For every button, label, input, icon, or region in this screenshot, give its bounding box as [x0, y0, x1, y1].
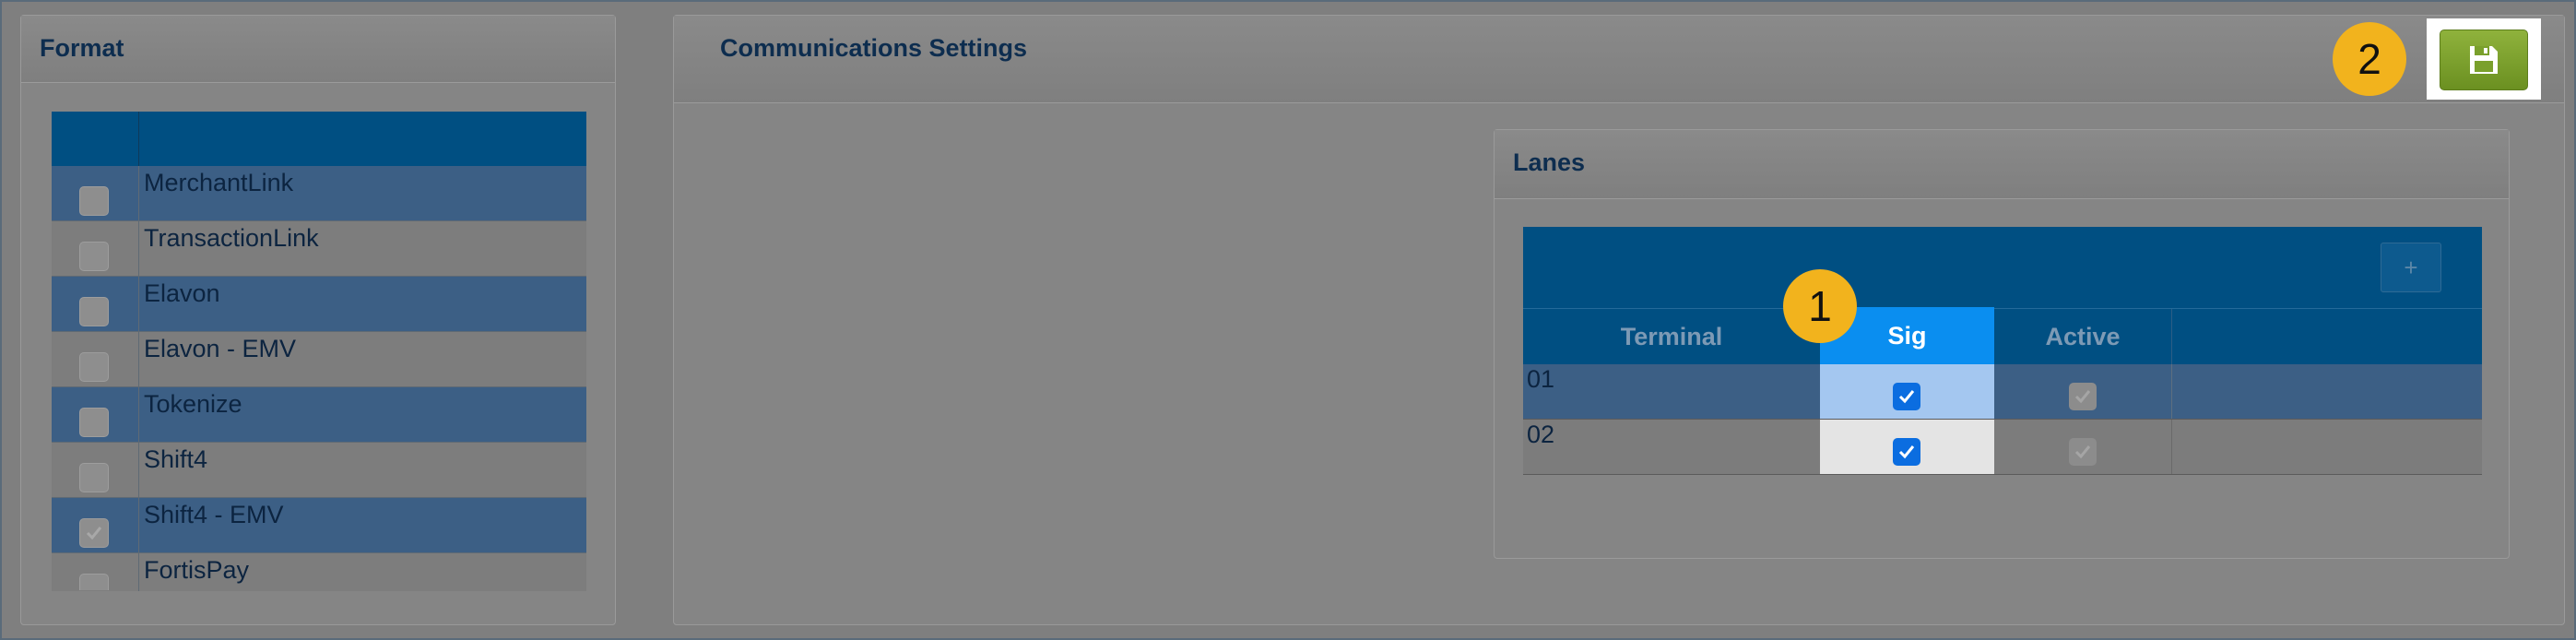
callout-badge-2: 2 — [2333, 22, 2406, 96]
format-label: Elavon - EMV — [144, 335, 297, 362]
save-button-highlight — [2427, 18, 2541, 100]
sig-checkbox[interactable] — [1893, 383, 1920, 410]
format-checkbox[interactable] — [79, 408, 109, 437]
format-checkbox[interactable] — [79, 242, 109, 271]
lanes-table: + Terminal Sig Active 01 02 — [1523, 227, 2482, 475]
format-row[interactable]: FortisPay — [52, 553, 586, 591]
terminal-column-header[interactable]: Terminal — [1523, 309, 1820, 364]
active-checkbox[interactable] — [2069, 383, 2097, 410]
sig-cell — [1820, 364, 1994, 419]
check-icon — [2074, 390, 2091, 404]
communications-panel-header: Communications Settings — [674, 16, 2564, 103]
format-label: Elavon — [144, 279, 220, 307]
format-label: TransactionLink — [144, 224, 319, 252]
format-checkbox[interactable] — [79, 186, 109, 216]
format-row[interactable]: TransactionLink — [52, 221, 586, 277]
format-checkbox[interactable] — [79, 463, 109, 492]
lane-row[interactable]: 02 — [1523, 420, 2482, 475]
format-checkbox[interactable] — [79, 297, 109, 326]
add-lane-button[interactable]: + — [2381, 243, 2441, 292]
lanes-panel-title: Lanes — [1513, 148, 1586, 176]
format-row[interactable]: Tokenize — [52, 387, 586, 443]
format-label: Tokenize — [144, 390, 242, 418]
check-icon — [1898, 445, 1915, 459]
format-label: Shift4 - EMV — [144, 501, 284, 528]
communications-panel-title: Communications Settings — [720, 34, 1028, 62]
floppy-disk-icon — [2470, 46, 2498, 74]
lane-row[interactable]: 01 — [1523, 364, 2482, 420]
lanes-toolbar: + — [1523, 227, 2482, 308]
active-checkbox[interactable] — [2069, 438, 2097, 466]
format-panel-header: Format — [21, 16, 615, 83]
format-checkbox-checked[interactable] — [79, 518, 109, 548]
format-checkbox[interactable] — [79, 574, 109, 590]
format-label: FortisPay — [144, 556, 250, 584]
format-label: MerchantLink — [144, 169, 294, 196]
sig-cell — [1820, 420, 1994, 474]
terminal-cell: 02 — [1527, 421, 1555, 448]
save-button[interactable] — [2440, 30, 2528, 90]
callout-badge-1: 1 — [1783, 269, 1857, 343]
format-row[interactable]: Elavon - EMV — [52, 332, 586, 387]
format-row[interactable]: Shift4 — [52, 443, 586, 498]
format-panel-title: Format — [40, 34, 124, 62]
app-frame: Format MerchantLink TransactionLink Elav… — [0, 0, 2576, 640]
check-icon — [86, 527, 102, 540]
format-table: MerchantLink TransactionLink Elavon Elav… — [52, 112, 586, 591]
format-row[interactable]: Shift4 - EMV — [52, 498, 586, 553]
format-checkbox[interactable] — [79, 352, 109, 382]
format-label: Shift4 — [144, 445, 208, 473]
active-column-header[interactable]: Active — [1994, 309, 2171, 364]
terminal-cell: 01 — [1527, 365, 1555, 393]
sig-checkbox[interactable] — [1893, 438, 1920, 466]
format-row[interactable]: MerchantLink — [52, 166, 586, 221]
check-icon — [2074, 445, 2091, 459]
lanes-panel-header: Lanes — [1495, 130, 2509, 199]
format-row[interactable]: Elavon — [52, 277, 586, 332]
format-table-header — [52, 112, 586, 166]
check-icon — [1898, 390, 1915, 404]
lanes-header-row: Terminal Sig Active — [1523, 307, 2482, 364]
